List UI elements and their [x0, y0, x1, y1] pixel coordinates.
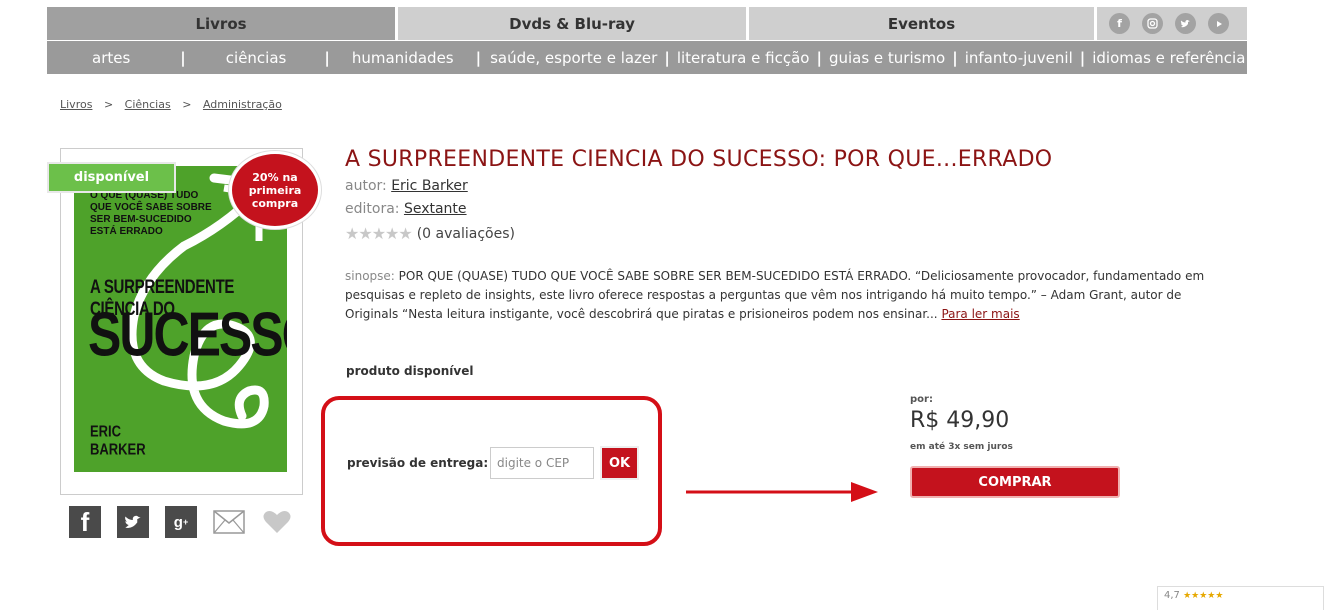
- price-label: por:: [910, 394, 933, 405]
- social-links: f: [1097, 7, 1247, 40]
- cover-title-line2: SUCESSO: [88, 299, 287, 370]
- delivery-label: previsão de entrega:: [347, 456, 489, 470]
- cover-author: ERIC BARKER: [90, 422, 146, 458]
- available-badge: disponível: [47, 162, 176, 193]
- book-author: autor: Eric Barker: [345, 178, 468, 194]
- breadcrumb-livros[interactable]: Livros: [60, 98, 92, 111]
- top-nav: Livros Dvds & Blu-ray Eventos f: [47, 7, 1247, 40]
- category-separator: |: [816, 48, 822, 67]
- author-link[interactable]: Eric Barker: [391, 178, 468, 194]
- store-review-widget[interactable]: 4,7 ★★★★★: [1157, 586, 1324, 610]
- synopsis-label: sinopse:: [345, 269, 395, 283]
- cover-subtitle: O QUE (QUASE) TUDO QUE VOCÊ SABE SOBRE S…: [90, 190, 212, 237]
- tab-dvds-bluray[interactable]: Dvds & Blu-ray: [398, 7, 749, 40]
- rating: ★★★★★ (0 avaliações): [345, 224, 515, 243]
- youtube-icon[interactable]: [1208, 13, 1229, 34]
- read-more-link[interactable]: Para ler mais: [941, 307, 1019, 321]
- breadcrumb: Livros > Ciências > Administração: [60, 98, 282, 111]
- category-infanto-juvenil[interactable]: infanto-juvenil: [965, 49, 1073, 67]
- publisher-link[interactable]: Sextante: [404, 201, 467, 217]
- email-share-icon[interactable]: [213, 506, 245, 538]
- breadcrumb-ciencias[interactable]: Ciências: [125, 98, 171, 111]
- category-separator: |: [324, 48, 330, 67]
- book-title: A SURPREENDENTE CIENCIA DO SUCESSO: POR …: [345, 147, 1053, 172]
- tab-livros[interactable]: Livros: [47, 7, 398, 40]
- cep-ok-button[interactable]: OK: [600, 446, 639, 480]
- category-separator: |: [180, 48, 186, 67]
- breadcrumb-separator: >: [182, 98, 192, 111]
- category-separator: |: [952, 48, 958, 67]
- installments-text: em até 3x sem juros: [910, 442, 1013, 452]
- breadcrumb-separator: >: [103, 98, 114, 111]
- twitter-icon[interactable]: [1175, 13, 1196, 34]
- annotation-arrow-icon: [686, 482, 878, 502]
- category-guias-turismo[interactable]: guias e turismo: [829, 49, 945, 67]
- instagram-icon[interactable]: [1142, 13, 1163, 34]
- rating-count[interactable]: (0 avaliações): [417, 226, 515, 242]
- availability-status: produto disponível: [346, 364, 474, 378]
- twitter-share-icon[interactable]: [117, 506, 149, 538]
- cep-input[interactable]: [490, 447, 594, 479]
- rating-stars[interactable]: ★★★★★: [345, 224, 413, 243]
- buy-button[interactable]: COMPRAR: [910, 466, 1120, 498]
- category-separator: |: [664, 48, 670, 67]
- synopsis: sinopse: POR QUE (QUASE) TUDO QUE VOCÊ S…: [345, 267, 1205, 324]
- category-artes[interactable]: artes: [92, 49, 130, 67]
- price-value: R$ 49,90: [910, 408, 1010, 433]
- facebook-share-icon[interactable]: f: [69, 506, 101, 538]
- breadcrumb-administracao[interactable]: Administração: [203, 98, 282, 111]
- category-separator: |: [475, 48, 482, 67]
- category-ciencias[interactable]: ciências: [226, 49, 287, 67]
- google-plus-share-icon[interactable]: g +: [165, 506, 197, 538]
- review-stars-icon: ★★★★★: [1183, 591, 1224, 601]
- book-publisher: editora: Sextante: [345, 201, 467, 217]
- promo-badge: 20% na primeira compra: [229, 151, 321, 229]
- category-nav: artes | ciências | humanidades | saúde, …: [47, 41, 1247, 74]
- category-literatura-ficcao[interactable]: literatura e ficção: [677, 49, 810, 67]
- category-idiomas-referencia[interactable]: idiomas e referência: [1092, 49, 1245, 67]
- tab-eventos[interactable]: Eventos: [749, 7, 1097, 40]
- review-score: 4,7: [1164, 590, 1180, 601]
- category-humanidades[interactable]: humanidades: [352, 49, 454, 67]
- category-separator: |: [1079, 48, 1086, 67]
- share-bar: f g +: [69, 506, 293, 538]
- heart-favorite-icon[interactable]: [261, 506, 293, 538]
- category-saude-esporte-lazer[interactable]: saúde, esporte e lazer: [490, 49, 657, 67]
- synopsis-text: POR QUE (QUASE) TUDO QUE VOCÊ SABE SOBRE…: [345, 269, 1205, 321]
- facebook-icon[interactable]: f: [1109, 13, 1130, 34]
